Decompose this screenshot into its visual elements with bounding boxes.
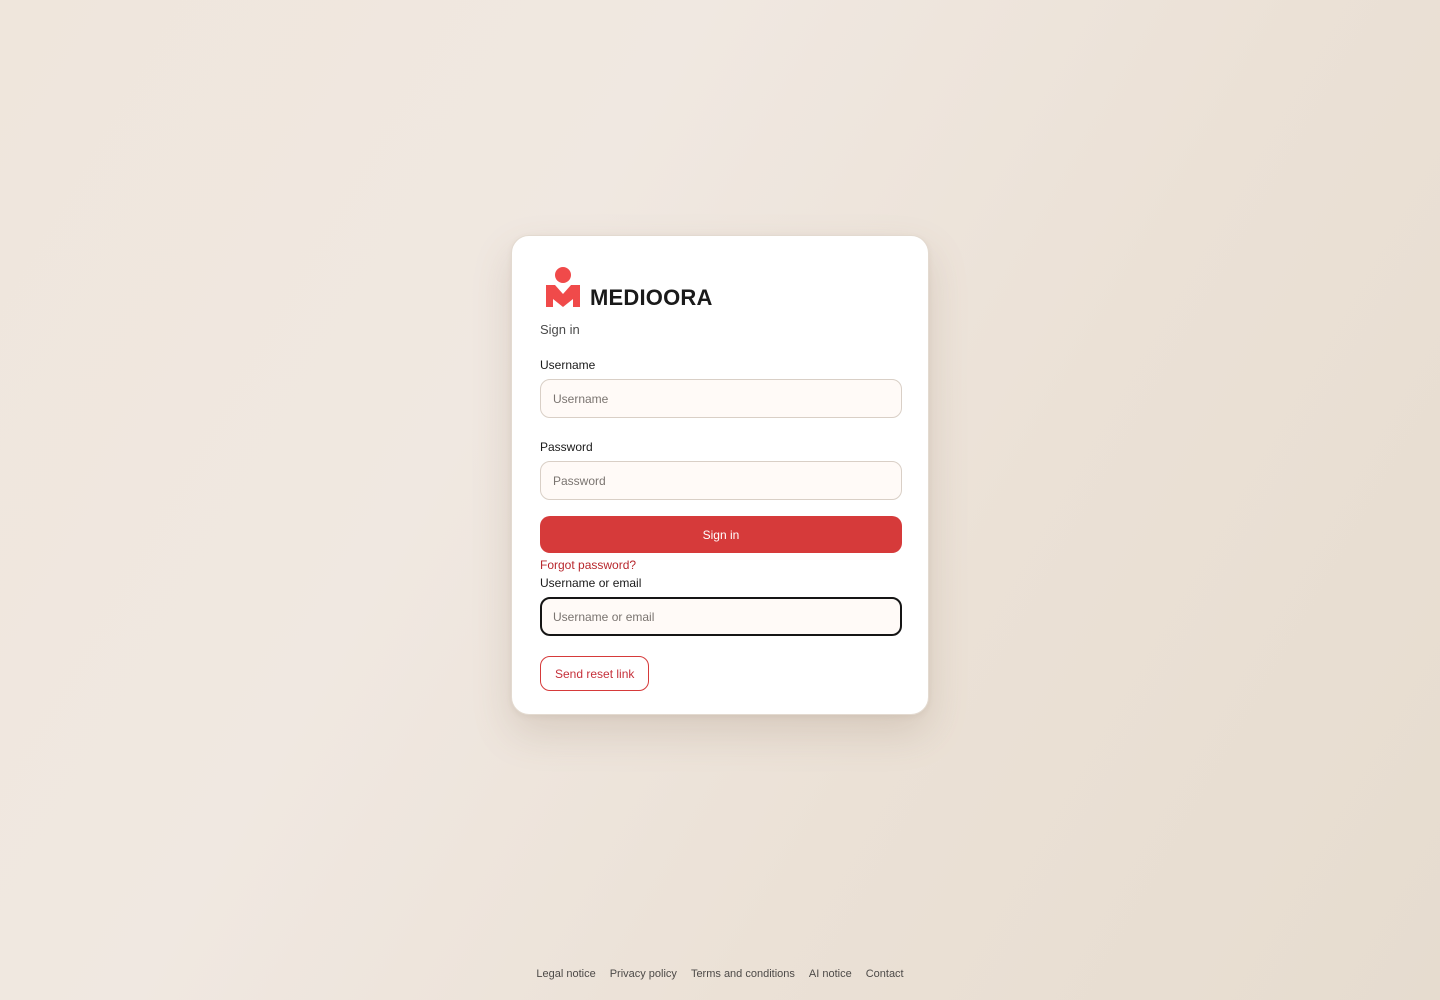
username-input[interactable]: [540, 379, 902, 418]
brand-header: MEDIOORA: [540, 264, 900, 310]
footer-link-privacy-policy[interactable]: Privacy policy: [610, 968, 677, 980]
footer-link-ai-notice[interactable]: AI notice: [809, 968, 852, 980]
sign-in-button[interactable]: Sign in: [540, 516, 902, 553]
footer-link-legal-notice[interactable]: Legal notice: [536, 968, 595, 980]
reset-username-label: Username or email: [540, 576, 642, 590]
footer-links: Legal notice Privacy policy Terms and co…: [0, 968, 1440, 980]
mediora-logo-icon: [546, 267, 580, 307]
footer-link-contact[interactable]: Contact: [866, 968, 904, 980]
reset-username-input[interactable]: [540, 597, 902, 636]
login-card: MEDIOORA Sign in Username Password Sign …: [511, 235, 929, 715]
password-label: Password: [540, 440, 593, 454]
page-subtitle: Sign in: [540, 322, 580, 337]
forgot-password-link[interactable]: Forgot password?: [540, 558, 636, 573]
send-reset-link-button[interactable]: Send reset link: [540, 656, 650, 691]
brand-name: MEDIOORA: [590, 285, 713, 310]
username-label: Username: [540, 358, 596, 372]
password-input[interactable]: [540, 461, 902, 500]
footer-link-terms[interactable]: Terms and conditions: [691, 968, 795, 980]
